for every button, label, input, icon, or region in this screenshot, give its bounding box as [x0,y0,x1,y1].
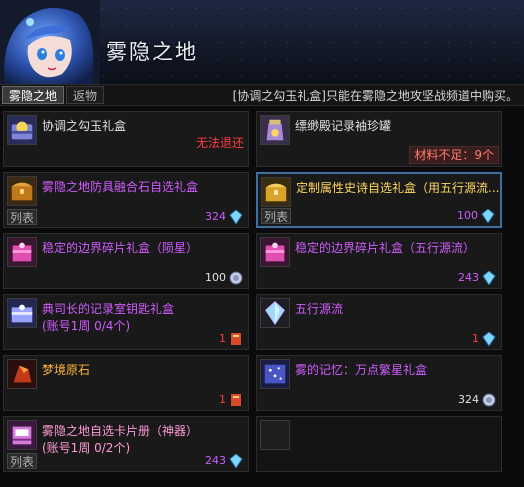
weekly-limit: (账号1周 0/2个) [42,441,131,455]
item-name: 典司长的记录室钥匙礼盒 [42,302,175,316]
shop-item-custom-epic-box[interactable]: 定制属性史诗自选礼盒（用五行源流... 列表 100 [256,172,502,228]
item-price: 1 [219,393,226,406]
list-button[interactable]: 列表 [7,453,37,469]
jar-icon [260,115,290,145]
orb-box-icon [7,115,37,145]
item-price: 243 [205,454,226,467]
shop-item-five-elements-source[interactable]: 五行源流 1 [256,294,502,350]
crystal-icon [482,271,496,285]
crystal-icon [481,209,495,223]
shop-header: 雾隐之地 [0,0,524,84]
memory-box-icon [260,359,290,389]
pink-box-icon [260,237,290,267]
item-price: 100 [205,271,226,284]
tab-return-items[interactable]: 返物 [66,86,105,104]
empty-slot [256,416,502,472]
item-name: 雾隐之地自选卡片册（神器） [42,424,199,438]
key-box-icon [7,298,37,328]
silver-coin-icon [229,271,243,285]
card-album-icon [7,420,37,450]
item-name: 定制属性史诗自选礼盒（用五行源流... [296,181,500,195]
tab-fog-land[interactable]: 雾隐之地 [2,86,65,104]
non-refundable-label: 无法退还 [195,136,244,150]
item-price: 100 [457,209,478,222]
item-price: 1 [472,332,479,345]
item-name: 雾隐之地防具融合石自选礼盒 [42,180,199,194]
crystal-item-icon [260,298,290,328]
crystal-icon [229,454,243,468]
shop-item-pocket-jar[interactable]: 缥缈殿记录袖珍罐 材料不足：9个 [256,111,502,167]
item-price: 324 [458,393,479,406]
item-name: 雾的记忆：万点繁星礼盒 [295,363,428,377]
item-name: 稳定的边界碎片礼盒（陨星） [42,241,199,255]
shop-item-fog-memory-starry-box[interactable]: 雾的记忆：万点繁星礼盒 324 [256,355,502,411]
item-name: 五行源流 [295,302,344,316]
pink-box-icon [7,237,37,267]
item-price: 1 [219,332,226,345]
bookmark-icon [231,394,241,406]
list-button[interactable]: 列表 [7,209,37,225]
page-title: 雾隐之地 [106,40,198,64]
tab-bar: 雾隐之地 返物 [协调之勾玉礼盒]只能在雾隐之地攻坚战频道中购买。 [0,84,524,106]
shop-item-boundary-shard-meteor[interactable]: 稳定的边界碎片礼盒（陨星） 100 [3,233,249,289]
chest-icon [7,176,37,206]
silver-coin-icon [482,393,496,407]
item-name: 协调之勾玉礼盒 [42,119,127,133]
shop-item-boundary-shard-five-elements[interactable]: 稳定的边界碎片礼盒（五行源流） 243 [256,233,502,289]
empty-item-slot [260,420,290,450]
purchase-notice: [协调之勾玉礼盒]只能在雾隐之地攻坚战频道中购买。 [232,89,518,103]
crystal-icon [229,210,243,224]
shop-item-archive-key-box[interactable]: 典司长的记录室钥匙礼盒 (账号1周 0/4个) 1 [3,294,249,350]
shop-item-armor-fusion-stone-box[interactable]: 雾隐之地防具融合石自选礼盒 列表 324 [3,172,249,228]
crystal-icon [482,332,496,346]
shop-item-harmony-jade-box[interactable]: 协调之勾玉礼盒 无法退还 [3,111,249,167]
shop-item-card-album-artifact[interactable]: 雾隐之地自选卡片册（神器） (账号1周 0/2个) 列表 243 [3,416,249,472]
item-price: 243 [458,271,479,284]
material-shortage-badge: 材料不足：9个 [409,146,499,164]
shop-item-dream-ore[interactable]: 梦境原石 1 [3,355,249,411]
chest-gold-icon [261,177,291,207]
npc-portrait [0,0,100,84]
item-name: 梦境原石 [42,363,91,377]
item-name: 缥缈殿记录袖珍罐 [295,119,392,133]
list-button[interactable]: 列表 [261,208,291,224]
weekly-limit: (账号1周 0/4个) [42,319,131,333]
item-name: 稳定的边界碎片礼盒（五行源流） [295,241,476,255]
bookmark-icon [231,333,241,345]
dream-stone-icon [7,359,37,389]
item-price: 324 [205,210,226,223]
